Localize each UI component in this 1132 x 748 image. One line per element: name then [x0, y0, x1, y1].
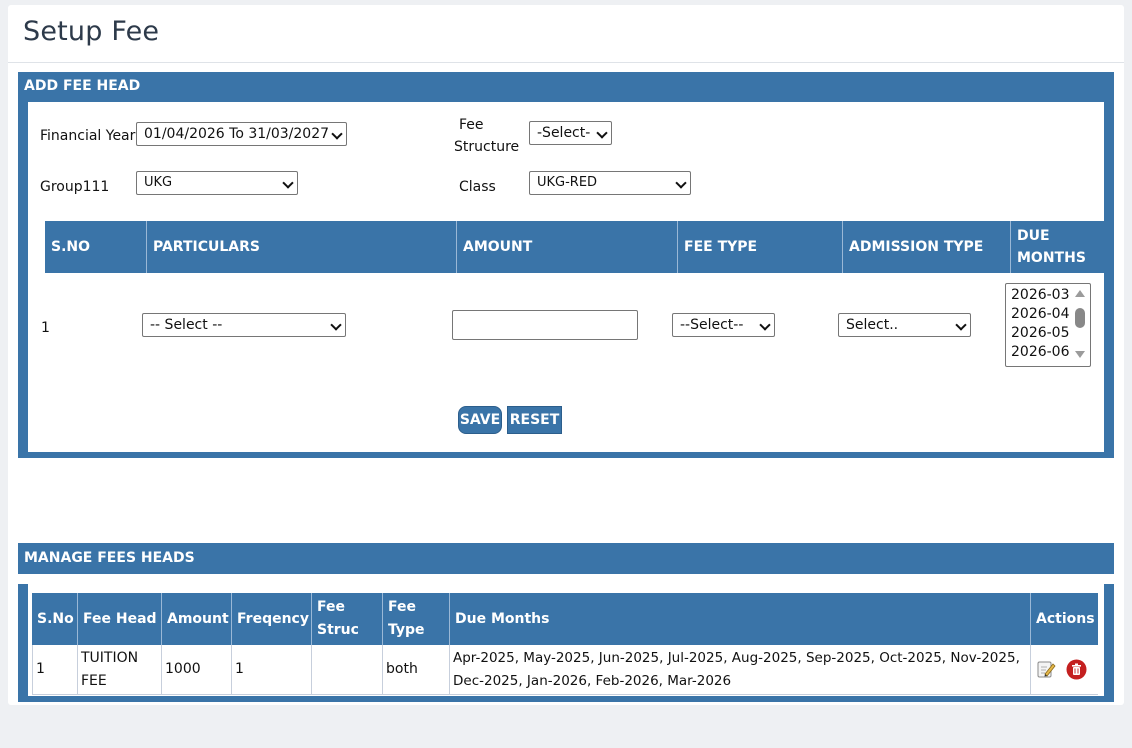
due-month-option[interactable]: 2026-06	[1011, 344, 1070, 360]
panel-title: MANAGE FEES HEADS	[24, 550, 195, 566]
delete-icon[interactable]	[1066, 659, 1087, 680]
column-header-label: S.NO	[51, 239, 91, 255]
cell-text: Dec-2025, Jan-2026, Feb-2026, Mar-2026	[453, 672, 732, 689]
chevron-down-icon	[596, 127, 608, 139]
chevron-down-icon	[955, 319, 967, 331]
fee-heads-table-header: S.No Fee Head Amount Freqency Fee Struc …	[32, 593, 1098, 645]
due-month-option[interactable]: 2026-04	[1011, 306, 1070, 322]
class-label: Class	[459, 179, 496, 195]
row-sno: 1	[41, 320, 50, 336]
column-header-label: Due Months	[455, 610, 550, 627]
fee-structure-value: -Select-	[537, 125, 591, 141]
column-header-fee-type: FEE TYPE	[678, 221, 843, 273]
column-header-freqency: Freqency	[232, 593, 312, 645]
column-header-label: Amount	[167, 610, 229, 627]
cell-fee-head: TUITION FEE	[78, 645, 162, 694]
panel-title: ADD FEE HEAD	[24, 78, 141, 94]
amount-input[interactable]	[452, 310, 638, 340]
financial-year-value: 01/04/2026 To 31/03/2027	[144, 126, 330, 142]
panel-body: S.No Fee Head Amount Freqency Fee Struc …	[28, 584, 1104, 696]
manage-fees-heads-panel: S.No Fee Head Amount Freqency Fee Struc …	[18, 584, 1114, 702]
divider	[8, 62, 1124, 63]
column-header-fee-type: Fee Type	[383, 593, 450, 645]
cell-text: TUITION	[81, 649, 139, 666]
column-header-label: AMOUNT	[463, 239, 533, 255]
column-header-particulars: PARTICULARS	[147, 221, 457, 273]
save-button[interactable]: SAVE	[458, 406, 502, 434]
fee-type-select[interactable]: --Select--	[672, 313, 775, 337]
fee-structure-label-line1: Fee	[459, 117, 484, 133]
column-header-label: Fee Head	[83, 610, 157, 627]
particulars-value: -- Select --	[150, 317, 223, 333]
cell-text: FEE	[81, 672, 107, 689]
chevron-down-icon	[759, 319, 771, 331]
due-month-option[interactable]: 2026-05	[1011, 325, 1070, 341]
cell-amount: 1000	[162, 645, 232, 694]
cell-text: 1000	[165, 661, 201, 677]
column-header-due-months: Due Months	[450, 593, 1031, 645]
scroll-down-arrow-icon[interactable]	[1075, 351, 1085, 358]
financial-year-label: Financial Year	[40, 128, 136, 144]
column-header-fee-struc: Fee Struc	[312, 593, 383, 645]
add-fee-head-panel: ADD FEE HEAD Financial Year 01/04/2026 T…	[18, 72, 1114, 458]
panel-body: Financial Year 01/04/2026 To 31/03/2027 …	[28, 102, 1106, 452]
edit-icon[interactable]	[1036, 659, 1056, 679]
chevron-down-icon	[331, 128, 343, 140]
due-month-option[interactable]: 2026-03	[1011, 287, 1070, 303]
column-header-label: DUE	[1017, 228, 1050, 244]
column-header-label: S.No	[37, 610, 74, 627]
manage-fees-heads-header: MANAGE FEES HEADS	[18, 543, 1114, 574]
column-header-amount: AMOUNT	[457, 221, 678, 273]
column-header-fee-head: Fee Head	[78, 593, 162, 645]
cell-freqency: 1	[232, 645, 312, 694]
cell-fee-struc	[312, 645, 383, 694]
column-header-amount: Amount	[162, 593, 232, 645]
cell-text: both	[386, 661, 418, 677]
fee-structure-select[interactable]: -Select-	[529, 121, 612, 145]
column-header-label: MONTHS	[1017, 250, 1086, 266]
column-header-sno: S.NO	[45, 221, 147, 273]
particulars-select[interactable]: -- Select --	[142, 313, 346, 337]
group-label: Group111	[40, 179, 110, 195]
column-header-label: ADMISSION TYPE	[849, 239, 984, 255]
group-value: UKG	[144, 175, 173, 190]
column-header-label: Fee	[388, 599, 416, 615]
fee-type-value: --Select--	[680, 317, 744, 333]
column-header-label: Struc	[317, 622, 359, 638]
column-header-label: Freqency	[237, 610, 309, 627]
column-header-sno: S.No	[32, 593, 78, 645]
financial-year-select[interactable]: 01/04/2026 To 31/03/2027	[136, 122, 347, 146]
cell-sno: 1	[33, 645, 78, 694]
scrollbar-thumb[interactable]	[1075, 308, 1085, 328]
cell-actions	[1031, 645, 1098, 694]
page-title: Setup Fee	[23, 16, 160, 47]
column-header-label: Fee	[317, 599, 345, 615]
fee-grid-header: S.NO PARTICULARS AMOUNT FEE TYPE ADMISSI…	[45, 221, 1106, 273]
column-header-label: Type	[388, 622, 425, 638]
column-header-due-months: DUE MONTHS	[1011, 221, 1106, 273]
class-select[interactable]: UKG-RED	[529, 171, 691, 195]
cell-fee-type: both	[383, 645, 450, 694]
column-header-label: PARTICULARS	[153, 239, 260, 255]
due-months-listbox[interactable]: 2026-03 2026-04 2026-05 2026-06	[1005, 283, 1091, 367]
chevron-down-icon	[282, 177, 294, 189]
column-header-admission-type: ADMISSION TYPE	[843, 221, 1011, 273]
admission-type-select[interactable]: Select..	[838, 313, 971, 337]
group-select[interactable]: UKG	[136, 171, 298, 195]
cell-text: Apr-2025, May-2025, Jun-2025, Jul-2025, …	[453, 649, 1020, 666]
column-header-label: Actions	[1036, 610, 1095, 627]
chevron-down-icon	[675, 177, 687, 189]
reset-button[interactable]: RESET	[507, 406, 562, 434]
fee-structure-label-line2: Structure	[454, 139, 520, 155]
column-header-label: FEE TYPE	[684, 239, 758, 255]
class-value: UKG-RED	[537, 175, 598, 190]
chevron-down-icon	[330, 319, 342, 331]
admission-type-value: Select..	[846, 317, 899, 333]
cell-due-months: Apr-2025, May-2025, Jun-2025, Jul-2025, …	[450, 645, 1031, 694]
cell-text: 1	[36, 661, 45, 677]
table-row: 1 TUITION FEE 1000 1 both Apr-2025, May-…	[32, 645, 1098, 695]
column-header-actions: Actions	[1031, 593, 1098, 645]
cell-text: 1	[235, 661, 244, 677]
scroll-up-arrow-icon[interactable]	[1075, 290, 1085, 297]
